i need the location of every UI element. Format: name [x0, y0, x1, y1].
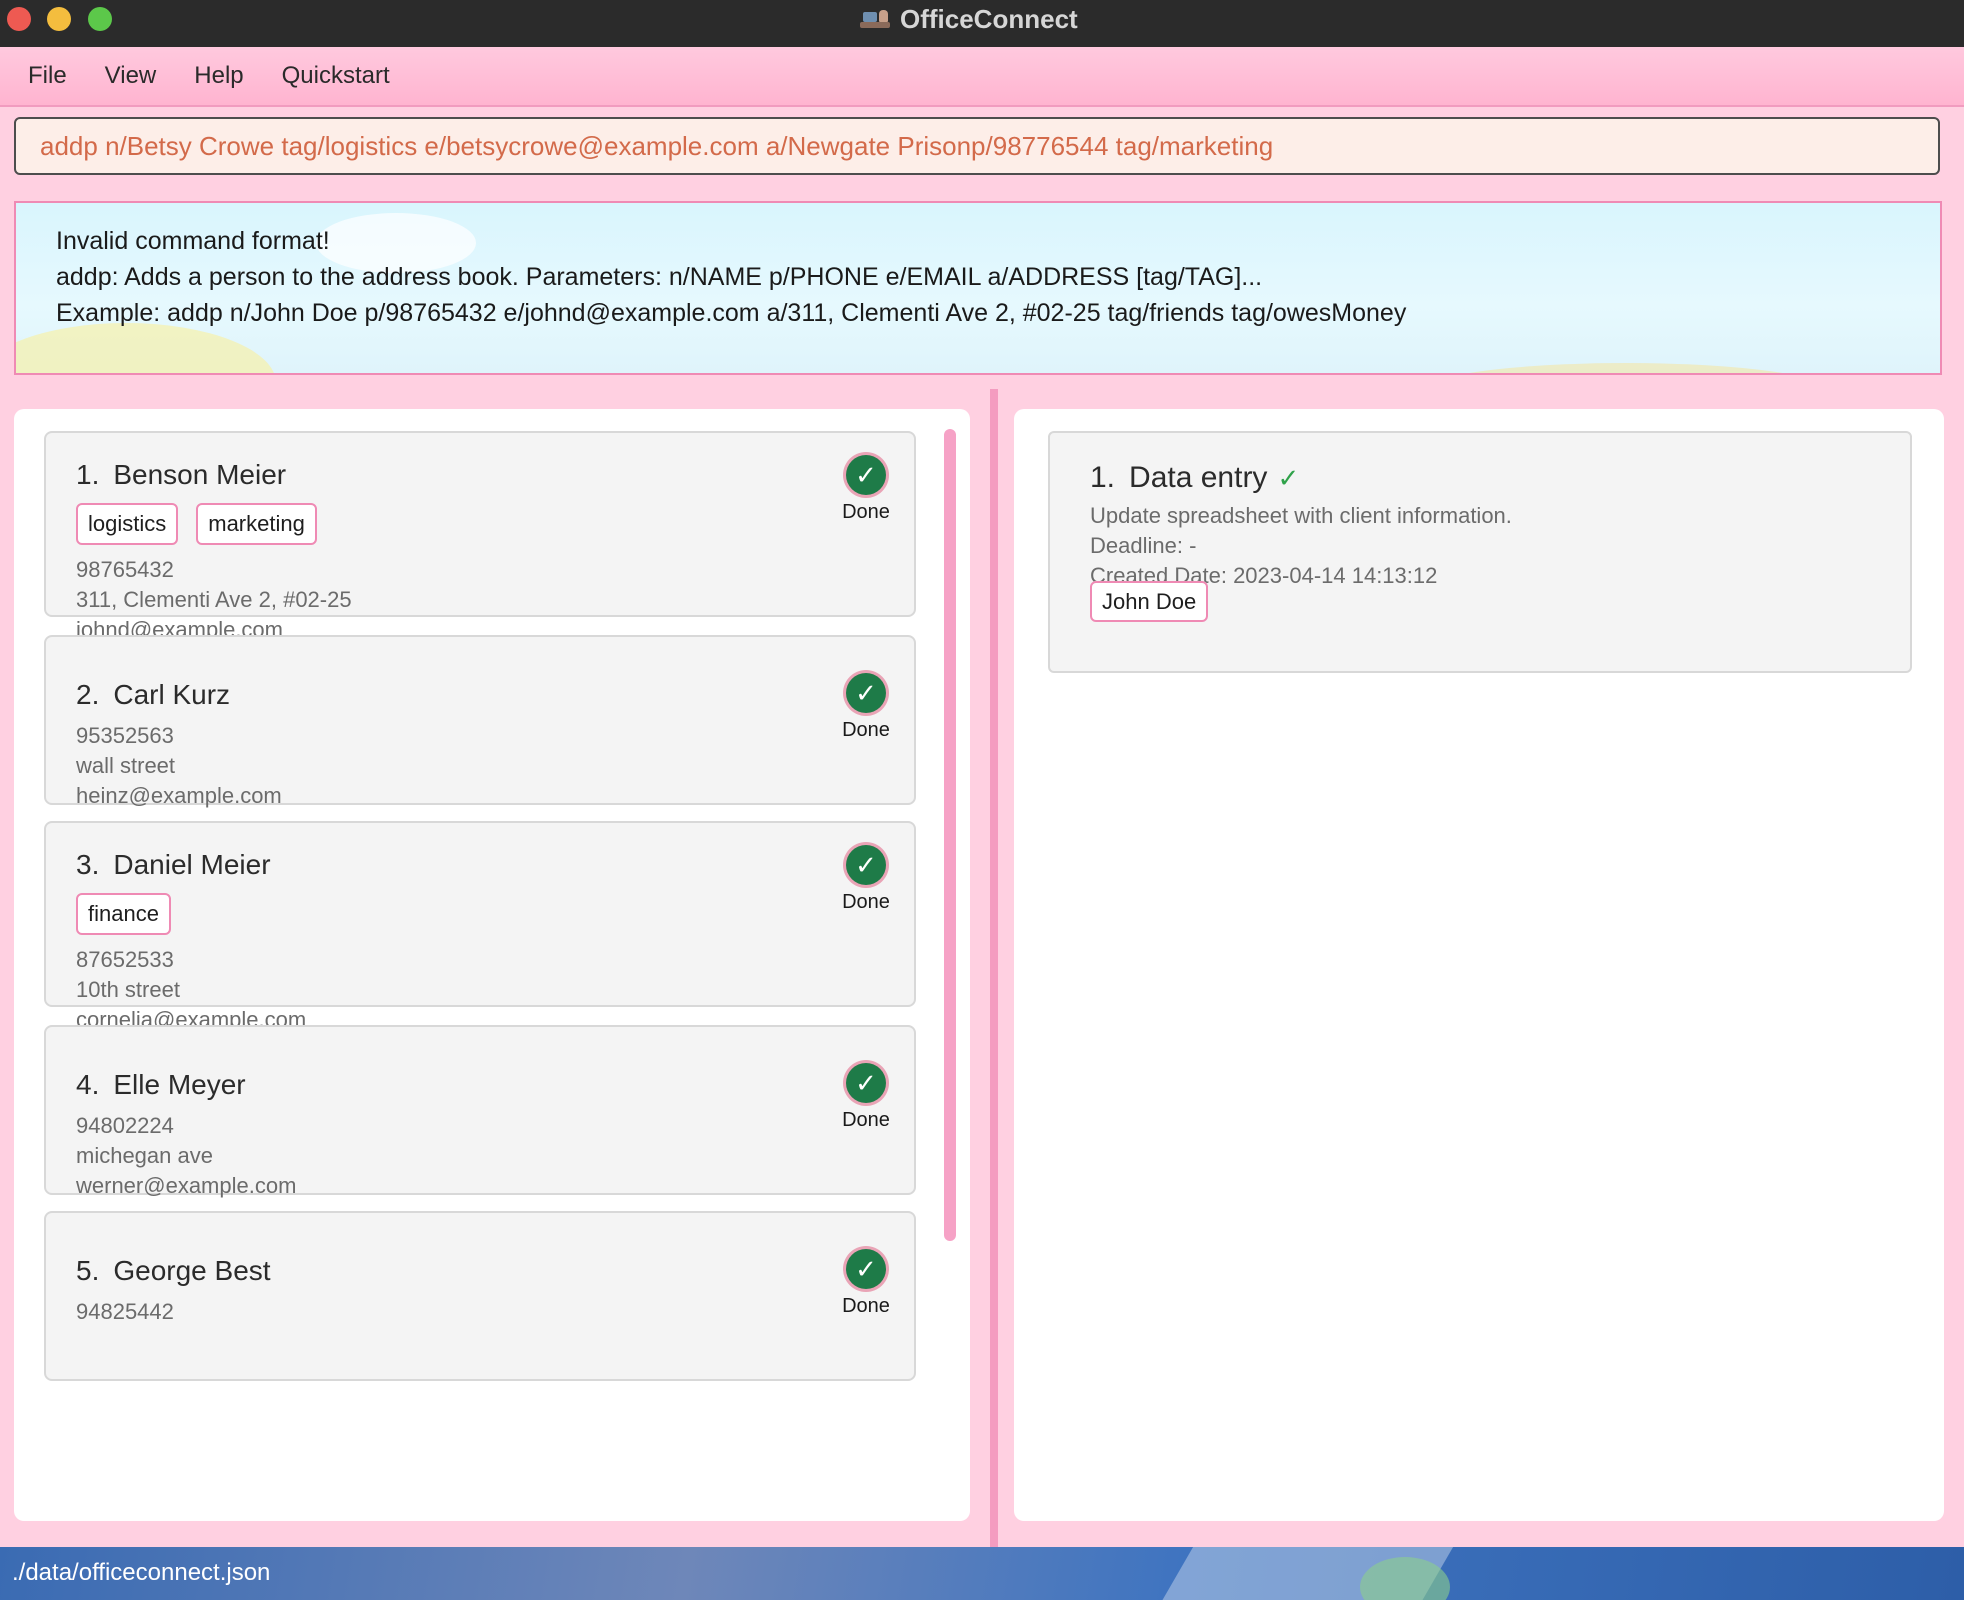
status-indicator: ✓ Done: [836, 673, 896, 742]
person-phone: 87652533: [76, 947, 174, 972]
person-phone: 94825442: [76, 1299, 174, 1324]
person-index: 5.: [76, 1255, 100, 1286]
person-list-panel: 1. Benson Meier logistics marketing 98765…: [14, 409, 970, 1521]
save-location: ./data/officeconnect.json: [12, 1559, 271, 1586]
person-name-text: Elle Meyer: [113, 1069, 246, 1100]
checkmark-icon: ✓: [1277, 463, 1300, 493]
command-input[interactable]: addp n/Betsy Crowe tag/logistics e/betsy…: [14, 117, 1940, 175]
task-title: 1. Data entry ✓: [1090, 461, 1299, 495]
check-circle-icon: ✓: [846, 845, 886, 885]
person-name-text: Benson Meier: [113, 459, 287, 490]
person-card[interactable]: 4. Elle Meyer 94802224 michegan ave werne…: [44, 1025, 916, 1198]
tag-chip: logistics: [76, 503, 179, 545]
check-circle-icon: ✓: [846, 455, 886, 495]
status-label: Done: [842, 1109, 890, 1131]
task-assignee: John Doe: [1090, 581, 1209, 622]
command-area: addp n/Betsy Crowe tag/logistics e/betsy…: [0, 107, 1964, 189]
task-title-text: Data entry: [1129, 461, 1268, 494]
result-display: Invalid command format! addp: Adds a per…: [14, 201, 1942, 375]
person-name-text: George Best: [113, 1255, 271, 1286]
person-name: 4. Elle Meyer: [76, 1069, 246, 1101]
person-details: 95352563 wall street heinz@example.com: [76, 721, 282, 811]
task-deadline: Deadline: -: [1090, 533, 1197, 558]
task-description: Update spreadsheet with client informati…: [1090, 503, 1512, 528]
person-tags: finance: [76, 893, 171, 935]
person-name: 5. George Best: [76, 1255, 271, 1287]
menu-help[interactable]: Help: [175, 62, 262, 90]
check-circle-icon: ✓: [846, 1063, 886, 1103]
status-indicator: ✓ Done: [836, 455, 896, 524]
zoom-window-button[interactable]: [88, 7, 112, 31]
check-circle-icon: ✓: [846, 1249, 886, 1289]
person-address: wall street: [76, 753, 176, 778]
close-window-button[interactable]: [7, 7, 31, 31]
status-bar: ./data/officeconnect.json: [0, 1547, 1964, 1600]
person-card[interactable]: 5. George Best 94825442 ✓ Done: [44, 1211, 916, 1381]
window-title-group: OfficeConnect: [860, 4, 1078, 35]
person-card[interactable]: 3. Daniel Meier finance 87652533 10th str…: [44, 821, 916, 1032]
status-label: Done: [842, 1295, 890, 1317]
status-indicator: ✓ Done: [836, 845, 896, 914]
person-index: 3.: [76, 849, 100, 880]
window-title: OfficeConnect: [900, 4, 1078, 34]
person-list-scrollbar[interactable]: [944, 429, 956, 1241]
person-tags: logistics marketing: [76, 503, 317, 545]
person-name: 1. Benson Meier: [76, 459, 286, 491]
panel-divider[interactable]: [990, 389, 998, 1547]
result-message: Invalid command format! addp: Adds a per…: [56, 223, 1406, 331]
person-email: heinz@example.com: [76, 783, 282, 808]
result-line: Example: addp n/John Doe p/98765432 e/jo…: [56, 299, 1407, 327]
person-name: 3. Daniel Meier: [76, 849, 271, 881]
person-name-text: Daniel Meier: [113, 849, 271, 880]
person-index: 1.: [76, 459, 100, 490]
title-bar: OfficeConnect: [0, 0, 1964, 47]
status-indicator: ✓ Done: [836, 1063, 896, 1132]
assignee-chip: John Doe: [1090, 581, 1209, 622]
task-card[interactable]: 1. Data entry ✓ Update spreadsheet with cl…: [1048, 431, 1912, 673]
status-label: Done: [842, 891, 890, 913]
person-email: werner@example.com: [76, 1173, 297, 1198]
task-list-panel: 1. Data entry ✓ Update spreadsheet with cl…: [1014, 409, 1944, 1521]
menu-view[interactable]: View: [86, 62, 176, 90]
menu-file[interactable]: File: [0, 62, 86, 90]
result-area: Invalid command format! addp: Adds a per…: [0, 189, 1964, 389]
tag-chip: marketing: [196, 503, 317, 545]
status-label: Done: [842, 501, 890, 523]
person-details: 98765432 311, Clementi Ave 2, #02-25 joh…: [76, 555, 352, 645]
person-index: 4.: [76, 1069, 100, 1100]
background-decoration: [1416, 363, 1836, 373]
person-name: 2. Carl Kurz: [76, 679, 230, 711]
person-details: 94802224 michegan ave werner@example.com: [76, 1111, 296, 1201]
result-line: addp: Adds a person to the address book.…: [56, 263, 1263, 291]
person-address: michegan ave: [76, 1143, 213, 1168]
minimize-window-button[interactable]: [47, 7, 71, 31]
person-phone: 95352563: [76, 723, 174, 748]
person-address: 10th street: [76, 977, 180, 1002]
person-address: 311, Clementi Ave 2, #02-25: [76, 587, 352, 612]
office-desk-icon: [860, 8, 890, 32]
tag-chip: finance: [76, 893, 171, 935]
status-label: Done: [842, 719, 890, 741]
menu-bar: File View Help Quickstart: [0, 47, 1964, 107]
status-indicator: ✓ Done: [836, 1249, 896, 1318]
person-phone: 94802224: [76, 1113, 174, 1138]
person-details: 94825442: [76, 1297, 174, 1327]
task-index: 1.: [1090, 461, 1116, 494]
person-card[interactable]: 2. Carl Kurz 95352563 wall street heinz@e…: [44, 635, 916, 808]
person-index: 2.: [76, 679, 100, 710]
person-details: 87652533 10th street cornelia@example.co…: [76, 945, 306, 1035]
menu-quickstart[interactable]: Quickstart: [263, 62, 409, 90]
person-phone: 98765432: [76, 557, 174, 582]
person-card[interactable]: 1. Benson Meier logistics marketing 98765…: [44, 431, 916, 642]
result-line: Invalid command format!: [56, 227, 330, 255]
person-name-text: Carl Kurz: [113, 679, 231, 710]
main-area: 1. Benson Meier logistics marketing 98765…: [0, 389, 1964, 1547]
check-circle-icon: ✓: [846, 673, 886, 713]
